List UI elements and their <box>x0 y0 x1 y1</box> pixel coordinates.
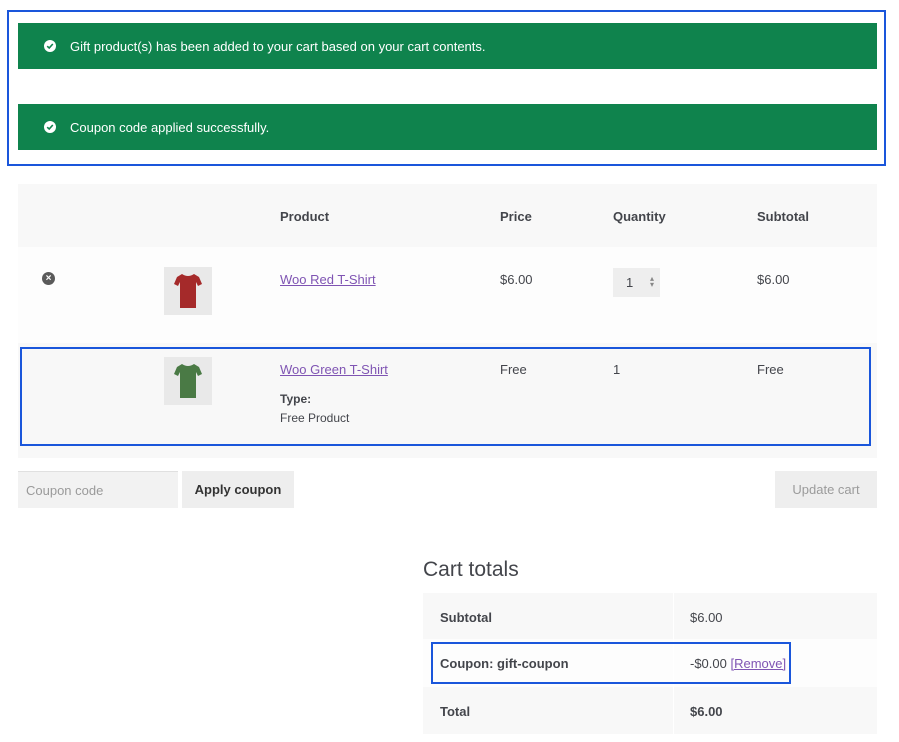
product-link-green[interactable]: Woo Green T-Shirt <box>280 362 388 377</box>
header-quantity: Quantity <box>613 209 666 224</box>
green-tshirt-icon <box>174 364 202 398</box>
total-value: $6.00 <box>690 704 723 719</box>
update-cart-button[interactable]: Update cart <box>775 471 877 508</box>
subtotal-label: Subtotal <box>440 610 492 625</box>
cart-row-background <box>18 247 877 343</box>
header-subtotal: Subtotal <box>757 209 809 224</box>
notice-gift-added: Gift product(s) has been added to your c… <box>18 23 877 69</box>
product-link-red[interactable]: Woo Red T-Shirt <box>280 272 376 287</box>
quantity-stepper[interactable]: 1 ▴ ▾ <box>613 268 660 297</box>
meta-value: Free Product <box>280 411 350 425</box>
quantity-value: 1 <box>626 275 634 290</box>
cart-table-header <box>18 184 877 247</box>
check-circle-icon <box>44 40 56 52</box>
totals-row-subtotal: Subtotal $6.00 <box>423 593 877 639</box>
subtotal-red: $6.00 <box>757 272 790 287</box>
stepper-arrows-icon[interactable]: ▴ ▾ <box>650 275 654 289</box>
red-tshirt-icon <box>174 274 202 308</box>
notice-coupon-applied: Coupon code applied successfully. <box>18 104 877 150</box>
meta-label: Type: <box>280 392 312 406</box>
header-product: Product <box>280 209 330 224</box>
subtotal-green: Free <box>757 362 784 377</box>
subtotal-value: $6.00 <box>690 610 723 625</box>
check-circle-icon <box>44 121 56 133</box>
price-red: $6.00 <box>500 272 533 287</box>
totals-row-total: Total $6.00 <box>423 687 877 734</box>
coupon-amount: -$0.00 <box>690 656 727 671</box>
notice-text: Gift product(s) has been added to your c… <box>70 38 486 54</box>
product-thumbnail-green[interactable] <box>164 357 212 405</box>
quantity-green: 1 <box>613 362 621 377</box>
price-green: Free <box>500 362 527 377</box>
coupon-value: -$0.00 [Remove] <box>690 656 786 671</box>
total-label: Total <box>440 704 471 719</box>
notice-text: Coupon code applied successfully. <box>70 119 270 135</box>
product-thumbnail-red[interactable] <box>164 267 212 315</box>
remove-coupon-link[interactable]: [Remove] <box>731 656 787 671</box>
totals-column-divider <box>673 593 674 734</box>
apply-coupon-button[interactable]: Apply coupon <box>182 471 294 508</box>
coupon-code-input[interactable] <box>18 471 178 508</box>
header-price: Price <box>500 209 532 224</box>
remove-item-icon[interactable]: × <box>42 272 55 285</box>
cart-totals-title: Cart totals <box>423 558 519 581</box>
coupon-label: Coupon: gift-coupon <box>440 656 569 671</box>
totals-row-coupon: Coupon: gift-coupon -$0.00 [Remove] <box>423 639 877 687</box>
cart-row-background <box>18 343 877 458</box>
